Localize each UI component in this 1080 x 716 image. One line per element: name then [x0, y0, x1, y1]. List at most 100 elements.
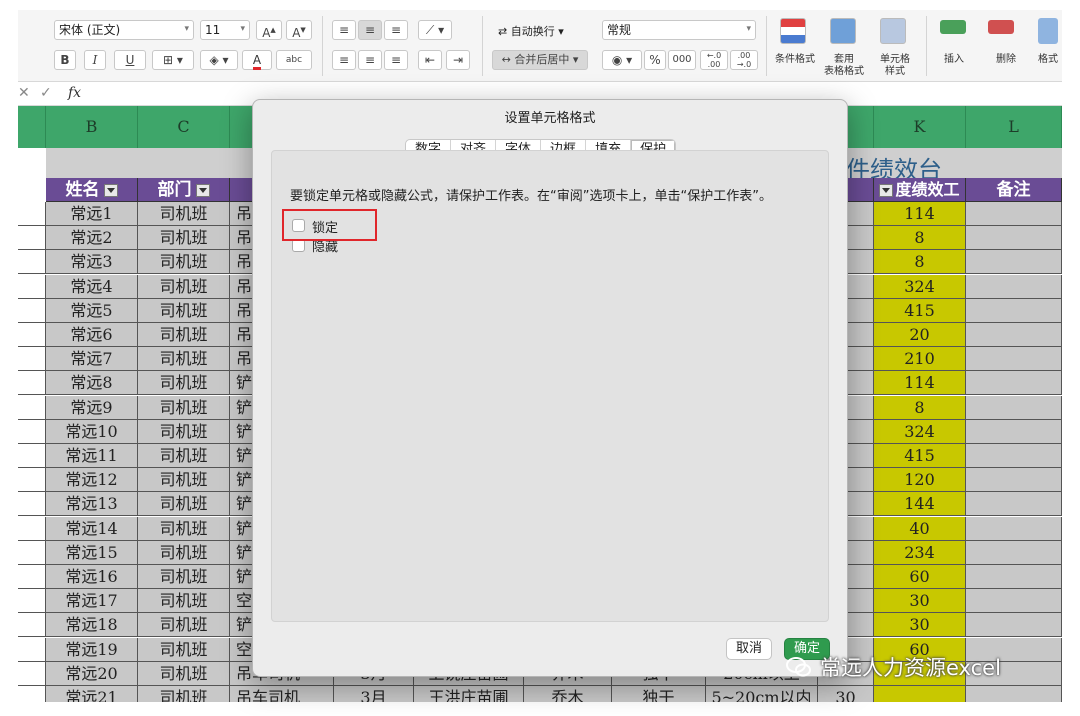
dept-cell[interactable]: 司机班 [138, 347, 230, 372]
format-label[interactable]: 格式 [1034, 54, 1062, 66]
perf-cell[interactable]: 40 [874, 516, 966, 541]
perf-cell[interactable]: 144 [874, 492, 966, 517]
delete-icon[interactable] [988, 20, 1014, 34]
insert-label[interactable]: 插入 [932, 54, 976, 66]
perf-cell[interactable]: 30 [874, 613, 966, 638]
remark-cell[interactable] [966, 347, 1062, 372]
remark-cell[interactable] [966, 298, 1062, 323]
cancel-formula-icon[interactable]: ✕ [18, 85, 30, 101]
italic-button[interactable]: I [84, 50, 106, 70]
name-cell[interactable]: 常远2 [46, 226, 138, 251]
font-color-button[interactable]: A [242, 50, 272, 70]
dept-cell[interactable]: 司机班 [138, 637, 230, 662]
name-cell[interactable]: 常远3 [46, 250, 138, 275]
remark-cell[interactable] [966, 323, 1062, 347]
align-left-button[interactable]: ≡ [332, 50, 356, 70]
align-top-button[interactable]: ≡ [332, 20, 356, 40]
name-cell[interactable]: 常远4 [46, 274, 138, 299]
header-remark[interactable]: 备注 [966, 178, 1062, 202]
name-cell[interactable]: 常远11 [46, 444, 138, 468]
remark-cell[interactable] [966, 371, 1062, 396]
name-cell[interactable]: 常远17 [46, 589, 138, 614]
perf-cell[interactable]: 60 [874, 565, 966, 589]
name-cell[interactable]: 常远18 [46, 613, 138, 638]
remark-cell[interactable] [966, 613, 1062, 638]
name-cell[interactable]: 常远7 [46, 347, 138, 372]
conditional-format-icon[interactable] [780, 18, 806, 44]
row-number-cell[interactable] [18, 686, 46, 702]
dept-cell[interactable]: 司机班 [138, 298, 230, 323]
header-perf[interactable]: 度绩效工 [874, 178, 966, 221]
row-number-cell[interactable] [18, 395, 46, 420]
decrease-font-button[interactable]: A▼ [286, 20, 312, 40]
remark-cell[interactable] [966, 492, 1062, 517]
font-name-select[interactable]: 宋体 (正文) ▾ [54, 20, 194, 40]
row-number-cell[interactable] [18, 637, 46, 662]
table-format-icon[interactable] [830, 18, 856, 44]
remark-cell[interactable] [966, 395, 1062, 420]
name-cell[interactable]: 常远21 [46, 686, 138, 702]
increase-indent-button[interactable]: ⇥ [446, 50, 470, 70]
align-bottom-button[interactable]: ≡ [384, 20, 408, 40]
bold-button[interactable]: B [54, 50, 76, 70]
filter-dropdown-icon[interactable] [103, 183, 118, 197]
align-center-button[interactable]: ≡ [358, 50, 382, 70]
row-number-cell[interactable] [18, 371, 46, 396]
remark-cell[interactable] [966, 686, 1062, 702]
row-number-cell[interactable] [18, 226, 46, 251]
row-number-cell[interactable] [18, 202, 46, 226]
dept-cell[interactable]: 司机班 [138, 468, 230, 493]
dept-cell[interactable]: 司机班 [138, 250, 230, 275]
row-number-cell[interactable] [18, 516, 46, 541]
increase-decimal-button[interactable]: ←.0.00 [700, 50, 728, 70]
row-number-cell[interactable] [18, 661, 46, 686]
detail-cell[interactable]: 5~20cm以内 [706, 686, 818, 702]
align-middle-button[interactable]: ≡ [358, 20, 382, 40]
orientation-button[interactable]: ⟋ ▾ [418, 20, 452, 40]
perf-cell[interactable]: 210 [874, 347, 966, 372]
remark-cell[interactable] [966, 540, 1062, 565]
font-size-select[interactable]: 11 ▾ [200, 20, 250, 40]
row-number-cell[interactable] [18, 468, 46, 493]
name-cell[interactable]: 常远6 [46, 323, 138, 347]
phonetic-button[interactable]: abc [276, 50, 312, 70]
name-cell[interactable]: 常远15 [46, 540, 138, 565]
row-number-cell[interactable] [18, 565, 46, 589]
detail-cell[interactable]: 独干 [612, 686, 706, 702]
row-number-cell[interactable] [18, 444, 46, 468]
dept-cell[interactable]: 司机班 [138, 565, 230, 589]
insert-icon[interactable] [940, 20, 966, 34]
column-header-k[interactable]: K [874, 106, 966, 148]
row-number-cell[interactable] [18, 613, 46, 638]
remark-cell[interactable] [966, 202, 1062, 226]
perf-cell[interactable]: 120 [874, 468, 966, 493]
thousands-button[interactable]: 000 [668, 50, 696, 70]
perf-cell[interactable]: 114 [874, 371, 966, 396]
row-number-cell[interactable] [18, 298, 46, 323]
remark-cell[interactable] [966, 516, 1062, 541]
remark-cell[interactable] [966, 226, 1062, 251]
perf-cell[interactable]: 8 [874, 395, 966, 420]
row-number-cell[interactable] [18, 250, 46, 275]
perf-cell[interactable]: 30 [874, 589, 966, 614]
name-cell[interactable]: 常远14 [46, 516, 138, 541]
detail-cell[interactable]: 乔木 [524, 686, 612, 702]
row-number-cell[interactable] [18, 492, 46, 517]
fx-label[interactable]: fx [68, 85, 81, 101]
number-format-select[interactable]: 常规 ▾ [602, 20, 756, 40]
dept-cell[interactable]: 司机班 [138, 661, 230, 686]
perf-cell[interactable]: 8 [874, 226, 966, 251]
row-number-cell[interactable] [18, 323, 46, 347]
perf-cell[interactable]: 415 [874, 298, 966, 323]
perf-cell[interactable]: 20 [874, 323, 966, 347]
perf-cell[interactable]: 234 [874, 540, 966, 565]
cell-style-label[interactable]: 单元格 样式 [870, 54, 920, 78]
name-cell[interactable]: 常远1 [46, 202, 138, 226]
perf-cell[interactable]: 324 [874, 419, 966, 444]
detail-cell[interactable]: 30 [818, 686, 874, 702]
column-header-b[interactable]: B [46, 106, 138, 148]
detail-cell[interactable]: 王洪庄苗圃 [414, 686, 524, 702]
fill-color-button[interactable]: ◈ ▾ [200, 50, 238, 70]
dept-cell[interactable]: 司机班 [138, 686, 230, 702]
remark-cell[interactable] [966, 589, 1062, 614]
